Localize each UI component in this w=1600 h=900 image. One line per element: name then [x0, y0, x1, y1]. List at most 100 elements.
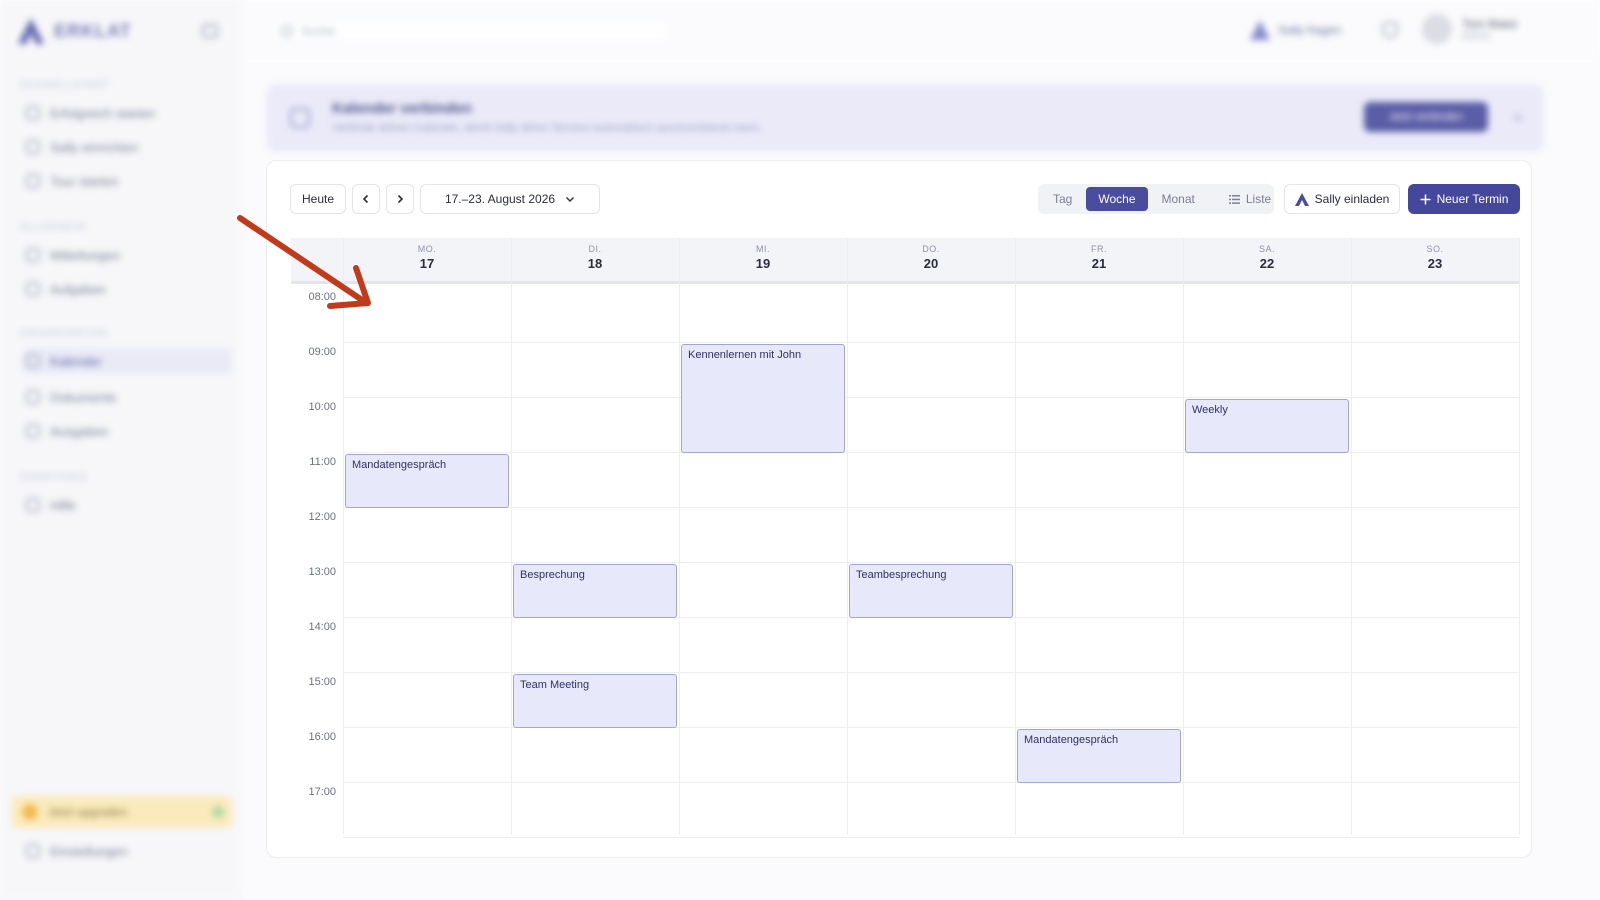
calendar-event[interactable]: Teambesprechung: [849, 564, 1013, 618]
calendar-event[interactable]: Weekly: [1185, 399, 1349, 453]
item-icon: [26, 174, 40, 188]
column-divider: [511, 238, 512, 834]
upgrade-promo[interactable]: Jetzt upgraden: [12, 796, 232, 828]
day-header-row: MO. 17 DI. 18 MI. 19 DO. 20 FR. 21 SA. 22 SO. 23: [291, 238, 1520, 284]
sidebar-item[interactable]: Hilfe: [22, 492, 232, 518]
sidebar-item-label: Sally einrichten: [50, 139, 139, 155]
day-header[interactable]: FR. 21: [1015, 238, 1183, 284]
hour-divider: [343, 397, 1520, 398]
date-range-picker[interactable]: 17.–23. August 2026: [420, 184, 600, 214]
day-name: SA.: [1258, 244, 1275, 254]
calendar-icon: [290, 108, 310, 128]
column-divider: [1183, 238, 1184, 834]
time-label: 14:00: [308, 621, 336, 633]
promo-label: Jetzt upgraden: [48, 805, 128, 819]
day-header[interactable]: SO. 23: [1351, 238, 1519, 284]
sidebar-item[interactable]: Erfolgreich starten: [22, 100, 232, 126]
view-week-tab[interactable]: Woche: [1086, 187, 1148, 211]
bell-icon[interactable]: [1382, 22, 1398, 38]
day-header[interactable]: SA. 22: [1183, 238, 1351, 284]
date-range-label: 17.–23. August 2026: [444, 192, 556, 206]
plus-icon: [1420, 194, 1431, 204]
avatar: [1422, 14, 1452, 44]
search-icon: [281, 25, 293, 37]
sidebar-item[interactable]: Ausgaben: [22, 418, 232, 444]
topbar: Suche Sally fragen Tom Maier Admin: [240, 0, 1600, 62]
sidebar-toggle-icon[interactable]: [202, 24, 218, 38]
calendar-event[interactable]: Team Meeting: [513, 674, 677, 728]
calendar-event[interactable]: Mandatengespräch: [345, 454, 509, 508]
time-label: 10:00: [308, 401, 336, 413]
sidebar-section-title: Organisation: [20, 328, 108, 339]
day-name: FR.: [1091, 244, 1107, 254]
item-icon: [26, 106, 40, 120]
column-divider: [1351, 238, 1352, 834]
help-icon: [26, 498, 40, 512]
sidebar-item[interactable]: Aufgaben: [22, 276, 232, 302]
hour-divider: [343, 782, 1520, 783]
view-switcher: Tag Woche Monat Liste: [1038, 184, 1274, 214]
sally-logo-icon: [1294, 192, 1309, 206]
user-name: Tom Maier: [1462, 16, 1519, 31]
sidebar-item[interactable]: Tour starten: [22, 168, 232, 194]
sidebar-item[interactable]: Mitteilungen: [22, 242, 232, 268]
time-label: 17:00: [308, 786, 336, 798]
calendar-icon: [26, 354, 40, 368]
day-name: DO.: [922, 244, 940, 254]
sidebar: ERKLAT Schnellstart Erfolgreich starten …: [0, 0, 240, 900]
connect-button[interactable]: Jetzt verbinden: [1364, 102, 1488, 132]
sidebar-item[interactable]: Sally einrichten: [22, 134, 232, 160]
day-date: 21: [1091, 256, 1107, 271]
day-name: DI.: [588, 244, 602, 254]
ask-sally-button[interactable]: Sally fragen: [1250, 20, 1341, 40]
calendar-event[interactable]: Kennenlernen mit John: [681, 344, 845, 453]
view-month-tab[interactable]: Monat: [1150, 187, 1207, 211]
hour-divider: [343, 837, 1520, 838]
banner-description: Verbinde deinen Kalender, damit Sally de…: [332, 122, 763, 134]
ask-label: Sally fragen: [1278, 23, 1342, 37]
sidebar-item-label: Aufgaben: [50, 281, 106, 297]
sidebar-item-label: Mitteilungen: [50, 247, 121, 263]
item-icon: [26, 282, 40, 296]
sidebar-item-settings[interactable]: Einstellungen: [22, 838, 232, 864]
chevron-right-icon: [397, 194, 404, 204]
sidebar-item-label: Einstellungen: [50, 843, 129, 859]
search-placeholder: Suche: [301, 24, 336, 38]
time-label: 11:00: [309, 456, 336, 468]
sidebar-item[interactable]: Dokumente: [22, 384, 232, 410]
next-week-button[interactable]: [386, 184, 414, 214]
view-list-tab[interactable]: Liste: [1217, 187, 1283, 211]
item-icon: [26, 248, 40, 262]
annotation-arrow-icon: [237, 215, 371, 309]
column-divider: [343, 238, 344, 834]
calendar-event[interactable]: Besprechung: [513, 564, 677, 618]
day-header[interactable]: DO. 20: [847, 238, 1015, 284]
day-date: 18: [587, 256, 603, 271]
day-name: MI.: [756, 244, 770, 254]
item-icon: [26, 140, 40, 154]
view-day-tab[interactable]: Tag: [1041, 187, 1084, 211]
day-date: 20: [923, 256, 939, 271]
new-event-button[interactable]: Neuer Termin: [1408, 184, 1520, 214]
invite-sally-button[interactable]: Sally einladen: [1284, 184, 1400, 214]
column-divider: [679, 238, 680, 834]
connect-calendar-banner: Kalender verbinden Verbinde deinen Kalen…: [266, 84, 1544, 152]
calendar-event[interactable]: Mandatengespräch: [1017, 729, 1181, 783]
logo-text: ERKLAT: [54, 20, 132, 41]
day-header[interactable]: MI. 19: [679, 238, 847, 284]
time-label: 16:00: [308, 731, 336, 743]
hour-divider: [343, 342, 1520, 343]
user-menu[interactable]: Tom Maier Admin: [1422, 14, 1518, 44]
app-logo[interactable]: ERKLAT: [16, 16, 132, 46]
search-input[interactable]: Suche: [270, 18, 670, 44]
time-label: 13:00: [308, 566, 336, 578]
star-icon: [22, 804, 38, 820]
day-header[interactable]: DI. 18: [511, 238, 679, 284]
sidebar-item-label: Kalender: [50, 353, 103, 369]
sidebar-item-calendar[interactable]: Kalender: [22, 348, 232, 374]
close-icon[interactable]: ✕: [1512, 110, 1524, 127]
gear-icon: [26, 844, 40, 858]
column-divider: [847, 238, 848, 834]
sidebar-item-label: Tour starten: [50, 173, 119, 189]
sidebar-item-label: Erfolgreich starten: [50, 105, 156, 121]
